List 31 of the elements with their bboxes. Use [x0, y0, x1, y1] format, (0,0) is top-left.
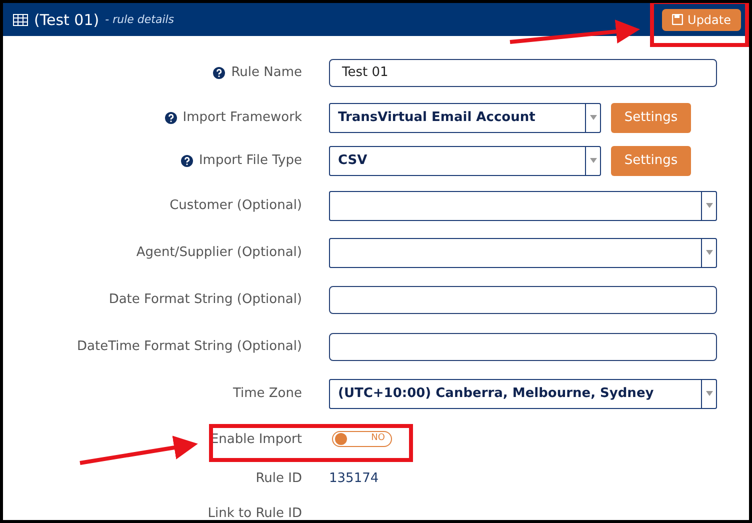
page-title: (Test 01)	[34, 10, 100, 28]
field-label: Date Format String (Optional)	[108, 292, 302, 307]
field-label: DateTime Format String (Optional)	[77, 339, 302, 354]
dropdown-field[interactable]: (UTC+10:00) Canberra, Melbourne, Sydney	[329, 378, 717, 408]
field-value: 135174	[329, 471, 379, 486]
text-field[interactable]	[329, 286, 717, 314]
caret-icon	[706, 391, 712, 396]
help-icon[interactable]	[213, 66, 226, 78]
field-label: Agent/Supplier (Optional)	[136, 245, 302, 260]
caret-icon	[590, 158, 596, 163]
save-icon	[672, 14, 683, 25]
caret-icon	[590, 115, 596, 120]
text-field[interactable]: Test 01	[329, 58, 717, 86]
field-label: Rule Name	[231, 65, 302, 80]
caret-icon	[706, 250, 712, 255]
dropdown-field[interactable]: CSV	[329, 146, 601, 176]
field-label: Time Zone	[232, 386, 302, 401]
table-icon	[13, 14, 28, 26]
field-label: Customer (Optional)	[170, 198, 302, 213]
help-icon[interactable]	[180, 154, 193, 166]
field-label: Import Framework	[182, 110, 302, 125]
text-field[interactable]	[329, 332, 717, 360]
help-icon[interactable]	[164, 112, 177, 124]
page-subtitle: - rule details	[105, 13, 174, 26]
field-label: Rule ID	[256, 471, 302, 486]
dropdown-field[interactable]: TransVirtual Email Account	[329, 102, 601, 132]
field-label: Link to Rule ID	[208, 506, 302, 520]
dropdown-field[interactable]	[329, 190, 717, 220]
dropdown-field[interactable]	[329, 238, 717, 268]
caret-icon	[706, 203, 712, 208]
field-label: Import File Type	[198, 153, 302, 168]
